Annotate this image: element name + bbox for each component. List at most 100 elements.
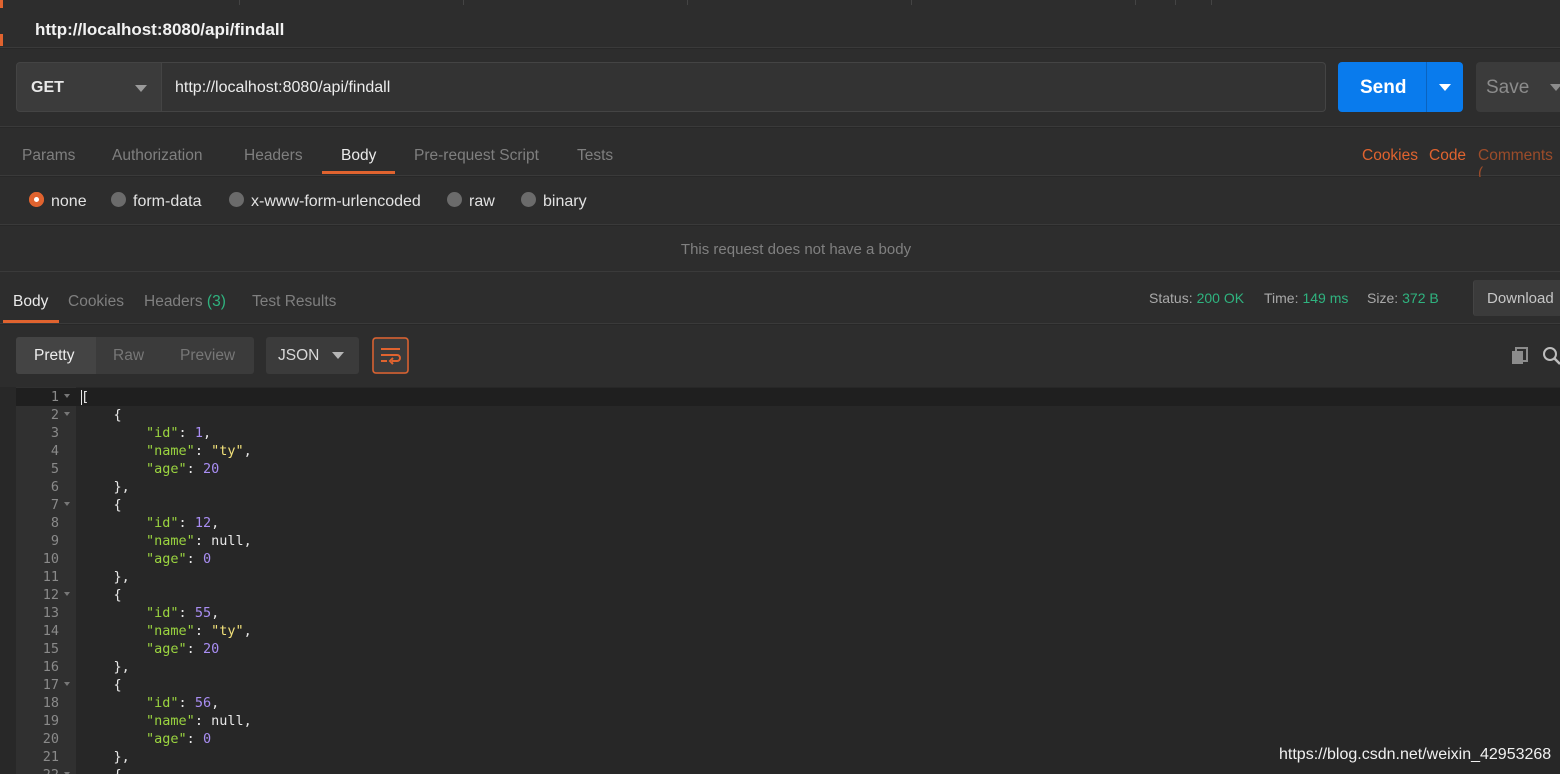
copy-icon[interactable]: [1510, 346, 1530, 366]
time-label: Time:: [1264, 290, 1299, 306]
response-body-editor[interactable]: 1[2 {3 "id": 1, 4 "name": "ty", 5 "age": 2…: [16, 387, 1560, 774]
size-value: 372 B: [1402, 290, 1439, 306]
url-input[interactable]: http://localhost:8080/api/findall: [162, 62, 1326, 112]
empty-body-panel: This request does not have a body: [0, 226, 1560, 272]
code-line: 4 "name": "ty",: [16, 442, 1560, 460]
json-key: "age": [146, 551, 187, 567]
line-number: 16: [42, 659, 59, 675]
json-key: "age": [146, 461, 187, 477]
request-tab[interactable]: [688, 0, 912, 5]
fold-toggle-icon[interactable]: [64, 592, 70, 596]
code-line: 17 {: [16, 676, 1560, 694]
fold-toggle-icon[interactable]: [64, 412, 70, 416]
json-value: 56: [194, 695, 212, 711]
format-select[interactable]: JSON: [266, 337, 359, 374]
code-text: {: [81, 587, 122, 603]
code-text: "age": 0: [146, 551, 212, 567]
request-tab[interactable]: [912, 0, 1136, 5]
response-tab-headers-label: Headers: [144, 293, 203, 310]
status-readout[interactable]: Status: 200 OK: [1149, 290, 1244, 306]
tab-pre-request-script[interactable]: Pre-request Script: [414, 147, 539, 165]
save-button[interactable]: Save: [1476, 62, 1560, 112]
line-number: 11: [42, 569, 59, 585]
request-tab[interactable]: [240, 0, 464, 5]
time-readout[interactable]: Time: 149 ms: [1264, 290, 1348, 306]
json-key: "id": [146, 425, 179, 441]
mode-pretty[interactable]: Pretty: [34, 347, 74, 365]
request-tab[interactable]: [1176, 0, 1212, 5]
response-tab-body[interactable]: Body: [13, 293, 48, 311]
json-key: "age": [146, 731, 187, 747]
code-line: 22 {: [16, 766, 1560, 774]
request-tab[interactable]: [464, 0, 688, 5]
line-number: 5: [50, 461, 59, 477]
json-punctuation: ,: [211, 695, 220, 711]
code-line: 11 },: [16, 568, 1560, 586]
code-text: "id": 1,: [146, 425, 212, 441]
code-line: 15 "age": 20: [16, 640, 1560, 658]
line-number: 6: [50, 479, 59, 495]
headers-count-badge: (3): [206, 293, 226, 310]
radio-label: form-data: [133, 193, 202, 210]
json-punctuation: ,: [211, 605, 220, 621]
json-value: 12: [194, 515, 212, 531]
wrap-lines-button[interactable]: [372, 337, 409, 374]
code-line: 1[: [16, 388, 1560, 406]
mode-preview[interactable]: Preview: [180, 347, 235, 365]
chevron-down-icon: [332, 352, 344, 359]
fold-toggle-icon[interactable]: [64, 502, 70, 506]
watermark: https://blog.csdn.net/weixin_42953268: [1279, 746, 1552, 763]
wrap-lines-icon: [372, 337, 409, 374]
response-tabs: Body Cookies Headers (3) Test Results St…: [0, 272, 1560, 324]
search-icon[interactable]: [1542, 346, 1560, 366]
code-text: },: [81, 569, 130, 585]
fold-toggle-icon[interactable]: [64, 394, 70, 398]
request-title[interactable]: http://localhost:8080/api/findall: [35, 20, 284, 40]
fold-toggle-icon[interactable]: [64, 682, 70, 686]
send-label: Send: [1360, 77, 1407, 98]
send-button[interactable]: Send: [1338, 62, 1426, 112]
status-value: 200 OK: [1196, 290, 1245, 306]
size-readout[interactable]: Size: 372 B: [1367, 290, 1439, 306]
line-number: 17: [42, 677, 59, 693]
code-text: "id": 12,: [146, 515, 220, 531]
tab-headers[interactable]: Headers: [244, 147, 303, 165]
response-tab-test-results[interactable]: Test Results: [252, 293, 336, 311]
mode-raw[interactable]: Raw: [113, 347, 144, 365]
line-number: 9: [50, 533, 59, 549]
active-response-tab-indicator: [3, 320, 59, 323]
cookies-link[interactable]: Cookies: [1362, 147, 1418, 165]
tab-authorization[interactable]: Authorization: [112, 147, 202, 165]
download-label: Download: [1487, 290, 1554, 307]
json-punctuation: ,: [243, 443, 252, 459]
title-accent: [0, 34, 3, 46]
chevron-down-icon: [135, 85, 147, 92]
code-line: 12 {: [16, 586, 1560, 604]
json-punctuation: ,: [243, 623, 252, 639]
tab-body[interactable]: Body: [341, 147, 376, 165]
send-options-button[interactable]: [1426, 62, 1463, 112]
method-select[interactable]: GET: [16, 62, 162, 112]
json-value: 20: [202, 461, 220, 477]
radio-dot: [521, 192, 536, 207]
radio-dot: [111, 192, 126, 207]
request-tab[interactable]: [0, 0, 240, 5]
code-line: 8 "id": 12,: [16, 514, 1560, 532]
tab-params[interactable]: Params: [22, 147, 75, 165]
code-text: {: [81, 407, 122, 423]
line-number: 13: [42, 605, 59, 621]
request-tab[interactable]: [1136, 0, 1176, 5]
request-title-bar: http://localhost:8080/api/findall: [0, 8, 1560, 48]
tab-tests[interactable]: Tests: [577, 147, 613, 165]
code-link[interactable]: Code: [1429, 147, 1466, 165]
text-cursor: [81, 390, 82, 405]
json-value: null: [211, 713, 244, 729]
json-key: "name": [146, 623, 195, 639]
response-tab-headers[interactable]: Headers (3): [144, 293, 226, 311]
json-key: "name": [146, 533, 195, 549]
download-button[interactable]: Download: [1473, 280, 1560, 316]
json-punctuation: ,: [202, 425, 212, 441]
code-text: "age": 20: [146, 641, 220, 657]
status-label: Status:: [1149, 290, 1193, 306]
response-tab-cookies[interactable]: Cookies: [68, 293, 124, 311]
